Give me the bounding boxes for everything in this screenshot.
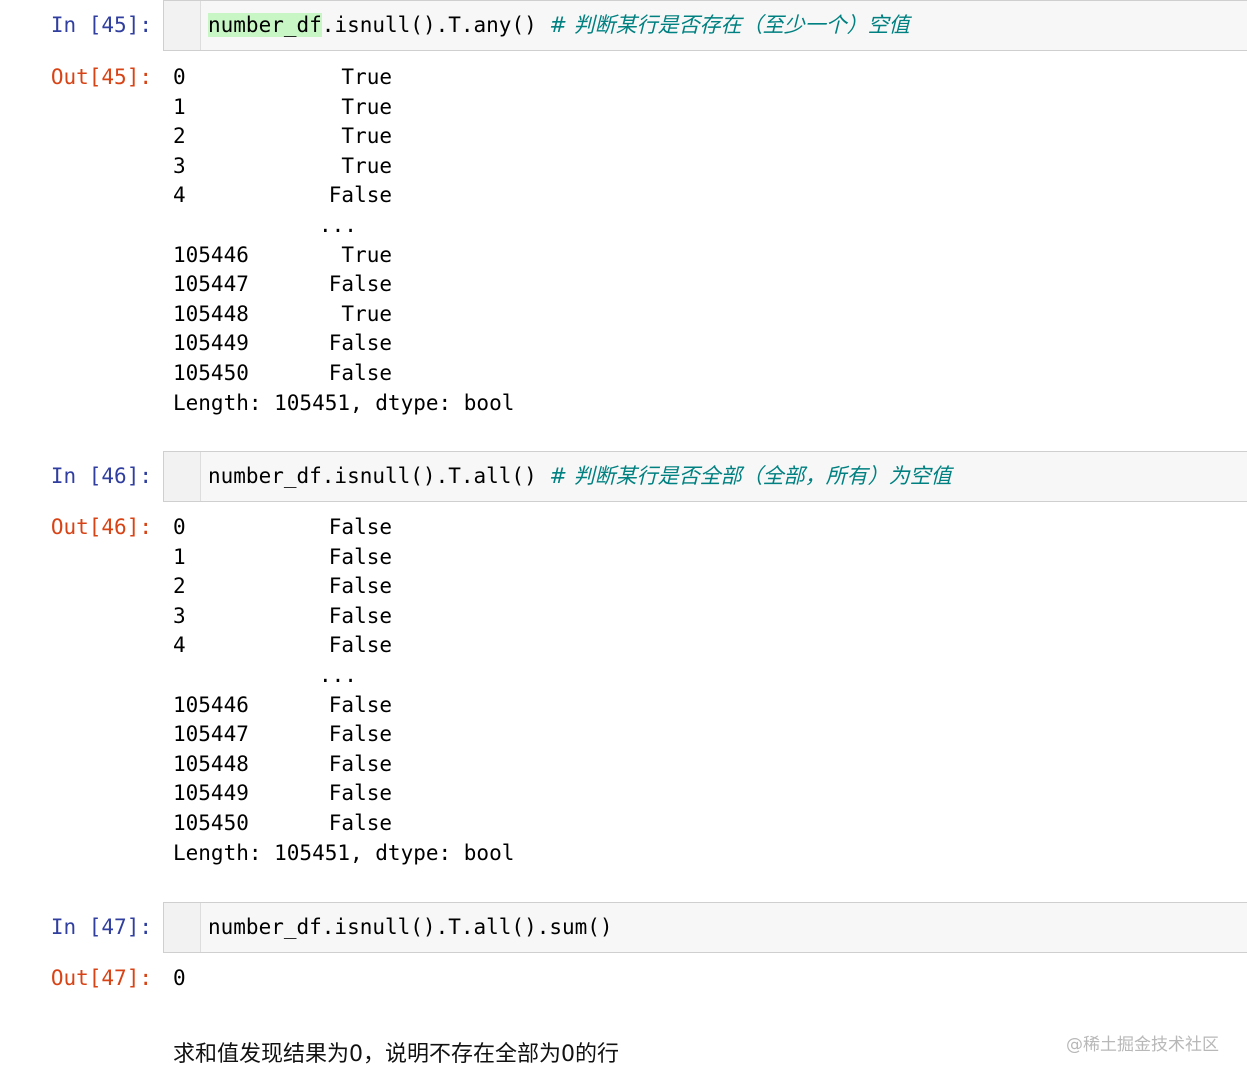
input-gutter (164, 452, 201, 501)
highlighted-code: number_df (208, 13, 322, 37)
code-text: .isnull().T.any() (321, 13, 550, 37)
input-prompt: In [45]: (50, 13, 152, 37)
code-comment: # 判断某行是否存在（至少一个）空值 (549, 13, 910, 37)
watermark: @稀土掘金技术社区 (1066, 1035, 1219, 1055)
row-value: False (328, 183, 392, 208)
input-prompt: In [47]: (50, 915, 152, 939)
row-value: True (341, 124, 392, 149)
code-line[interactable]: number_df.isnull().T.any() # 判断某行是否存在（至少… (208, 12, 910, 38)
code-text: number_df.isnull().T.all().sum() (208, 915, 613, 939)
input-prompt: In [46]: (50, 464, 152, 488)
length-dtype-text: Length: 105451, dtype: bool (173, 390, 515, 415)
row-value: False (328, 692, 392, 717)
row-value: False (328, 574, 392, 599)
ellipsis: ... (319, 212, 357, 237)
row-value: True (341, 153, 392, 178)
row-value: False (328, 272, 392, 297)
row-value: False (328, 515, 392, 539)
length-dtype-text: Length: 105451, dtype: bool (173, 840, 515, 865)
code-line[interactable]: number_df.isnull().T.all() # 判断某行是否全部（全部… (208, 463, 952, 489)
row-value: False (328, 722, 392, 747)
row-value: True (341, 301, 392, 326)
row-value: True (341, 65, 392, 89)
row-value: False (328, 331, 392, 356)
ellipsis: ... (319, 662, 357, 687)
input-gutter (164, 903, 201, 952)
row-value: False (328, 751, 392, 776)
row-value: False (328, 603, 392, 628)
row-value: True (341, 94, 392, 119)
row-value: False (328, 781, 392, 806)
row-value: False (328, 544, 392, 569)
row-value: False (328, 810, 392, 835)
markdown-text: 求和值发现结果为0，说明不存在全部为0的行 (173, 1042, 619, 1067)
output-prompt: Out[46]: (50, 515, 152, 539)
code-input-cell[interactable]: number_df.isnull().T.all() # 判断某行是否全部（全部… (163, 451, 1247, 502)
code-text: number_df.isnull().T.all() (208, 464, 550, 488)
output-prompt: Out[47]: (50, 966, 152, 990)
row-value: False (328, 633, 392, 658)
result-value: 0 (173, 966, 186, 990)
output-prompt: Out[45]: (50, 65, 152, 89)
code-line[interactable]: number_df.isnull().T.all().sum() (208, 914, 613, 940)
code-comment: # 判断某行是否全部（全部，所有）为空值 (549, 464, 952, 488)
code-input-cell[interactable]: number_df.isnull().T.all().sum() (163, 902, 1247, 953)
row-value: False (328, 360, 392, 385)
row-value: True (341, 242, 392, 267)
code-input-cell[interactable]: number_df.isnull().T.any() # 判断某行是否存在（至少… (163, 0, 1247, 51)
input-gutter (164, 1, 201, 50)
